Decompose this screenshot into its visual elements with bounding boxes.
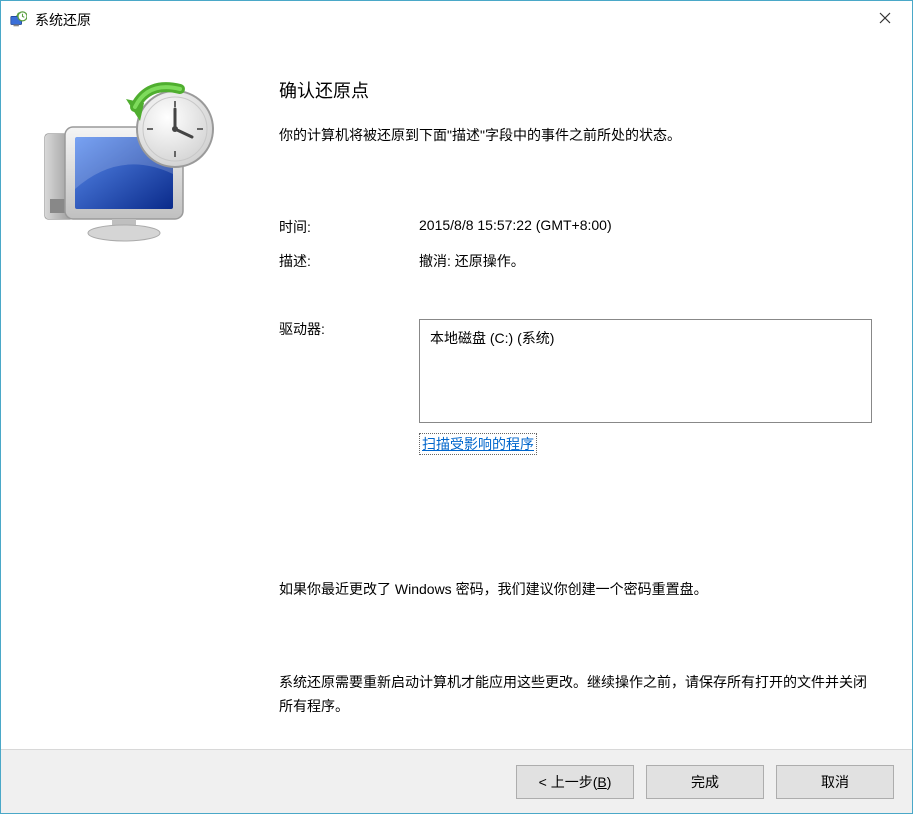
sidebar xyxy=(1,39,259,749)
system-restore-icon xyxy=(9,11,27,29)
back-button[interactable]: < 上一步(B) xyxy=(516,765,634,799)
close-icon xyxy=(879,12,891,24)
cancel-button[interactable]: 取消 xyxy=(776,765,894,799)
footer-button-bar: < 上一步(B) 完成 取消 xyxy=(1,749,912,813)
password-note: 如果你最近更改了 Windows 密码，我们建议你创建一个密码重置盘。 xyxy=(279,579,872,599)
main-panel: 确认还原点 你的计算机将被还原到下面"描述"字段中的事件之前所处的状态。 时间:… xyxy=(259,39,912,749)
drives-label: 驱动器: xyxy=(279,319,419,423)
finish-button[interactable]: 完成 xyxy=(646,765,764,799)
restart-warning: 系统还原需要重新启动计算机才能应用这些更改。继续操作之前，请保存所有打开的文件并… xyxy=(279,671,872,719)
scan-affected-programs-link[interactable]: 扫描受影响的程序 xyxy=(419,433,537,455)
content-area: 确认还原点 你的计算机将被还原到下面"描述"字段中的事件之前所处的状态。 时间:… xyxy=(1,39,912,749)
time-label: 时间: xyxy=(279,217,419,237)
drive-item: 本地磁盘 (C:) (系统) xyxy=(430,328,861,348)
description-row: 描述: 撤消: 还原操作。 xyxy=(279,251,872,271)
titlebar: 系统还原 xyxy=(1,1,912,39)
system-restore-window: 系统还原 xyxy=(0,0,913,814)
drives-listbox[interactable]: 本地磁盘 (C:) (系统) xyxy=(419,319,872,423)
description-label: 描述: xyxy=(279,251,419,271)
window-title: 系统还原 xyxy=(35,10,862,30)
close-button[interactable] xyxy=(862,3,908,33)
scan-link-row: 扫描受影响的程序 xyxy=(279,433,872,455)
restore-graphic xyxy=(40,79,220,249)
time-value: 2015/8/8 15:57:22 (GMT+8:00) xyxy=(419,217,872,237)
time-row: 时间: 2015/8/8 15:57:22 (GMT+8:00) xyxy=(279,217,872,237)
drives-row: 驱动器: 本地磁盘 (C:) (系统) xyxy=(279,319,872,423)
page-heading: 确认还原点 xyxy=(279,77,872,103)
intro-text: 你的计算机将被还原到下面"描述"字段中的事件之前所处的状态。 xyxy=(279,125,872,145)
description-value: 撤消: 还原操作。 xyxy=(419,251,872,271)
